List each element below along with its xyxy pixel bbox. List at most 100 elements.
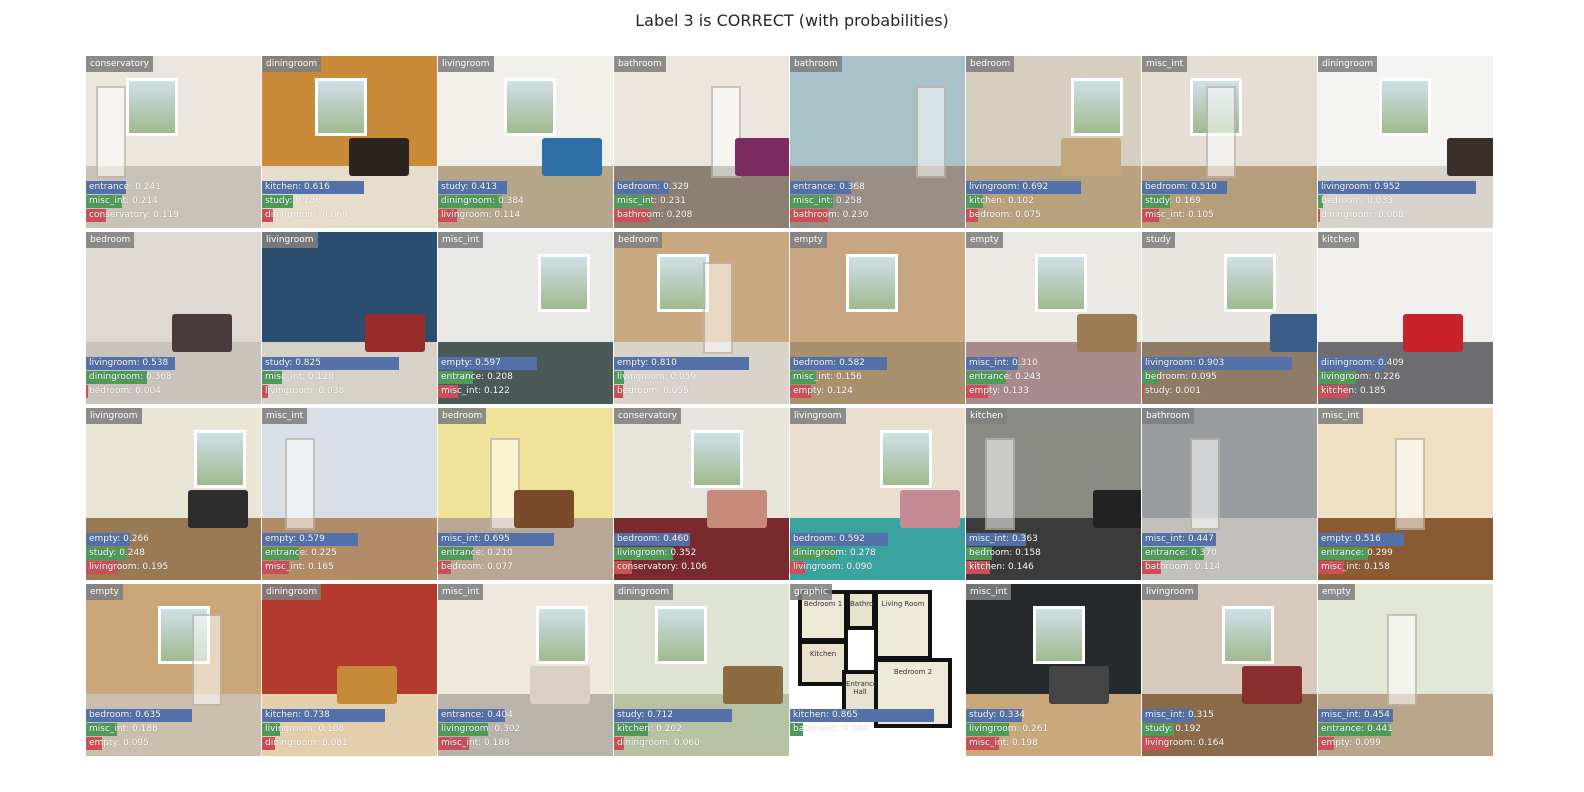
image-tile[interactable]: conservatory entrance: 0.241 misc_int: 0.2… (86, 56, 261, 228)
prediction-text: livingroom: 0.538 (89, 358, 169, 368)
image-tile[interactable]: bedroom empty: 0.810 livingroom: 0.059 bedr… (614, 232, 789, 404)
prediction-text: kitchen: 0.185 (1321, 386, 1386, 396)
prediction-row: empty: 0.124 (790, 385, 853, 398)
floor-plan-room: Bathroom (846, 590, 884, 630)
image-tile[interactable]: empty bedroom: 0.582 misc_int: 0.156 empty:… (790, 232, 965, 404)
prediction-text: empty: 0.095 (89, 738, 149, 748)
prediction-text: livingroom: 0.164 (1145, 738, 1225, 748)
prediction-row: kitchen: 0.616 (262, 181, 365, 194)
image-tile[interactable]: study livingroom: 0.903 bedroom: 0.095 stud… (1142, 232, 1317, 404)
image-tile[interactable]: empty misc_int: 0.310 entrance: 0.243 empty… (966, 232, 1141, 404)
ground-truth-label: diningroom (1318, 56, 1378, 72)
prediction-text: study: 0.169 (1145, 196, 1201, 206)
image-tile[interactable]: empty bedroom: 0.635 misc_int: 0.188 empty:… (86, 584, 261, 756)
ground-truth-label: misc_int (1142, 56, 1188, 72)
image-tile[interactable]: livingroom misc_int: 0.315 study: 0.192 liv… (1142, 584, 1317, 756)
prediction-text: livingroom: 0.692 (969, 182, 1049, 192)
photo-window (538, 254, 590, 312)
prediction-text: empty: 0.133 (969, 386, 1029, 396)
image-tile[interactable]: bathroom entrance: 0.368 misc_int: 0.258 ba… (790, 56, 965, 228)
photo-window (1035, 254, 1087, 312)
prediction-text: entrance: 0.368 (793, 182, 865, 192)
prediction-row: livingroom: 0.059 (614, 371, 696, 384)
prediction-text: kitchen: 0.865 (793, 710, 858, 720)
prediction-row: livingroom: 0.226 (1318, 371, 1400, 384)
prediction-text: livingroom: 0.059 (617, 372, 697, 382)
photo-window (315, 78, 367, 136)
photo-furniture (1447, 138, 1493, 176)
image-tile[interactable]: livingroom empty: 0.266 study: 0.248 living… (86, 408, 261, 580)
photo-furniture (1242, 666, 1302, 704)
image-tile[interactable]: livingroom study: 0.825 misc_int: 0.120 liv… (262, 232, 437, 404)
photo-furniture (542, 138, 602, 176)
image-tile[interactable]: empty misc_int: 0.454 entrance: 0.441 empty… (1318, 584, 1493, 756)
image-tile[interactable]: Bedroom 1 Bathroom Living Room Kitchen Bedro… (790, 584, 965, 756)
image-tile[interactable]: bedroom misc_int: 0.695 entrance: 0.210 bed… (438, 408, 613, 580)
prediction-text: entrance: 0.441 (1321, 724, 1393, 734)
prediction-row: empty: 0.266 (86, 533, 149, 546)
prediction-text: bathroom: 0.208 (617, 210, 693, 220)
prediction-row: diningroom: 0.384 (438, 195, 524, 208)
image-tile[interactable]: bedroom livingroom: 0.692 kitchen: 0.102 be… (966, 56, 1141, 228)
photo-furniture (1403, 314, 1463, 352)
image-tile[interactable]: misc_int study: 0.334 livingroom: 0.261 mis… (966, 584, 1141, 756)
image-tile[interactable]: bathroom misc_int: 0.447 entrance: 0.370 ba… (1142, 408, 1317, 580)
prediction-row: study: 0.825 (262, 357, 400, 370)
prediction-text: entrance: 0.243 (969, 372, 1041, 382)
photo-furniture (723, 666, 783, 704)
image-tile[interactable]: bedroom livingroom: 0.538 diningroom: 0.36… (86, 232, 261, 404)
photo-window (1033, 606, 1085, 664)
prediction-text: kitchen: 0.146 (969, 562, 1034, 572)
image-tile[interactable]: misc_int empty: 0.516 entrance: 0.299 misc_… (1318, 408, 1493, 580)
ground-truth-label: conservatory (86, 56, 153, 72)
ground-truth-label: bathroom (790, 56, 842, 72)
floor-plan-room: Living Room (874, 590, 932, 660)
image-tile[interactable]: diningroom livingroom: 0.952 bedroom: 0.03… (1318, 56, 1493, 228)
image-tile[interactable]: misc_int empty: 0.579 entrance: 0.225 misc_… (262, 408, 437, 580)
image-tile[interactable]: misc_int entrance: 0.404 livingroom: 0.302… (438, 584, 613, 756)
prediction-text: livingroom: 0.903 (1145, 358, 1225, 368)
ground-truth-label: conservatory (614, 408, 681, 424)
image-tile[interactable]: kitchen diningroom: 0.409 livingroom: 0.22… (1318, 232, 1493, 404)
prediction-row: diningroom: 0.081 (262, 737, 348, 750)
figure-title: Label 3 is CORRECT (with probabilities) (635, 11, 949, 30)
photo-furniture (365, 314, 425, 352)
image-tile[interactable]: misc_int bedroom: 0.510 study: 0.169 misc_i… (1142, 56, 1317, 228)
image-tile[interactable]: livingroom study: 0.413 diningroom: 0.384 l… (438, 56, 613, 228)
image-tile[interactable]: misc_int empty: 0.597 entrance: 0.208 misc_… (438, 232, 613, 404)
photo-window (536, 606, 588, 664)
prediction-text: bedroom: 0.077 (441, 562, 513, 572)
prediction-row: study: 0.248 (86, 547, 145, 560)
prediction-row: empty: 0.133 (966, 385, 1029, 398)
prediction-row: study: 0.712 (614, 709, 733, 722)
image-tile[interactable]: diningroom study: 0.712 kitchen: 0.202 dini… (614, 584, 789, 756)
image-tile[interactable]: diningroom kitchen: 0.616 study: 0.186 dini… (262, 56, 437, 228)
prediction-text: bedroom: 0.510 (1145, 182, 1217, 192)
prediction-text: misc_int: 0.165 (265, 562, 334, 572)
prediction-text: livingroom: 0.302 (441, 724, 521, 734)
image-tile[interactable]: livingroom bedroom: 0.592 diningroom: 0.27… (790, 408, 965, 580)
ground-truth-label: bedroom (966, 56, 1015, 72)
prediction-row: livingroom: 0.538 (86, 357, 176, 370)
image-tile[interactable]: bathroom bedroom: 0.329 misc_int: 0.231 bat… (614, 56, 789, 228)
prediction-row: kitchen: 0.738 (262, 709, 385, 722)
image-tile[interactable]: conservatory bedroom: 0.460 livingroom: 0.… (614, 408, 789, 580)
prediction-text: diningroom: 0.081 (265, 738, 348, 748)
ground-truth-label: bedroom (86, 232, 135, 248)
prediction-text: study: 0.334 (969, 710, 1025, 720)
photo-window (880, 430, 932, 488)
prediction-text: empty: 0.597 (441, 358, 501, 368)
prediction-text: entrance: 0.210 (441, 548, 513, 558)
prediction-row: bedroom: 0.510 (1142, 181, 1227, 194)
prediction-text: misc_int: 0.310 (969, 358, 1038, 368)
image-tile[interactable]: diningroom kitchen: 0.738 livingroom: 0.10… (262, 584, 437, 756)
ground-truth-label: empty (1318, 584, 1355, 600)
prediction-text: misc_int: 0.447 (1145, 534, 1214, 544)
prediction-row: misc_int: 0.188 (86, 723, 158, 736)
prediction-text: kitchen: 0.102 (969, 196, 1034, 206)
prediction-text: livingroom: 0.261 (969, 724, 1049, 734)
photo-wall (1142, 408, 1317, 519)
image-tile[interactable]: kitchen misc_int: 0.363 bedroom: 0.158 kitc… (966, 408, 1141, 580)
prediction-row: bedroom: 0.329 (614, 181, 689, 194)
ground-truth-label: empty (790, 232, 827, 248)
